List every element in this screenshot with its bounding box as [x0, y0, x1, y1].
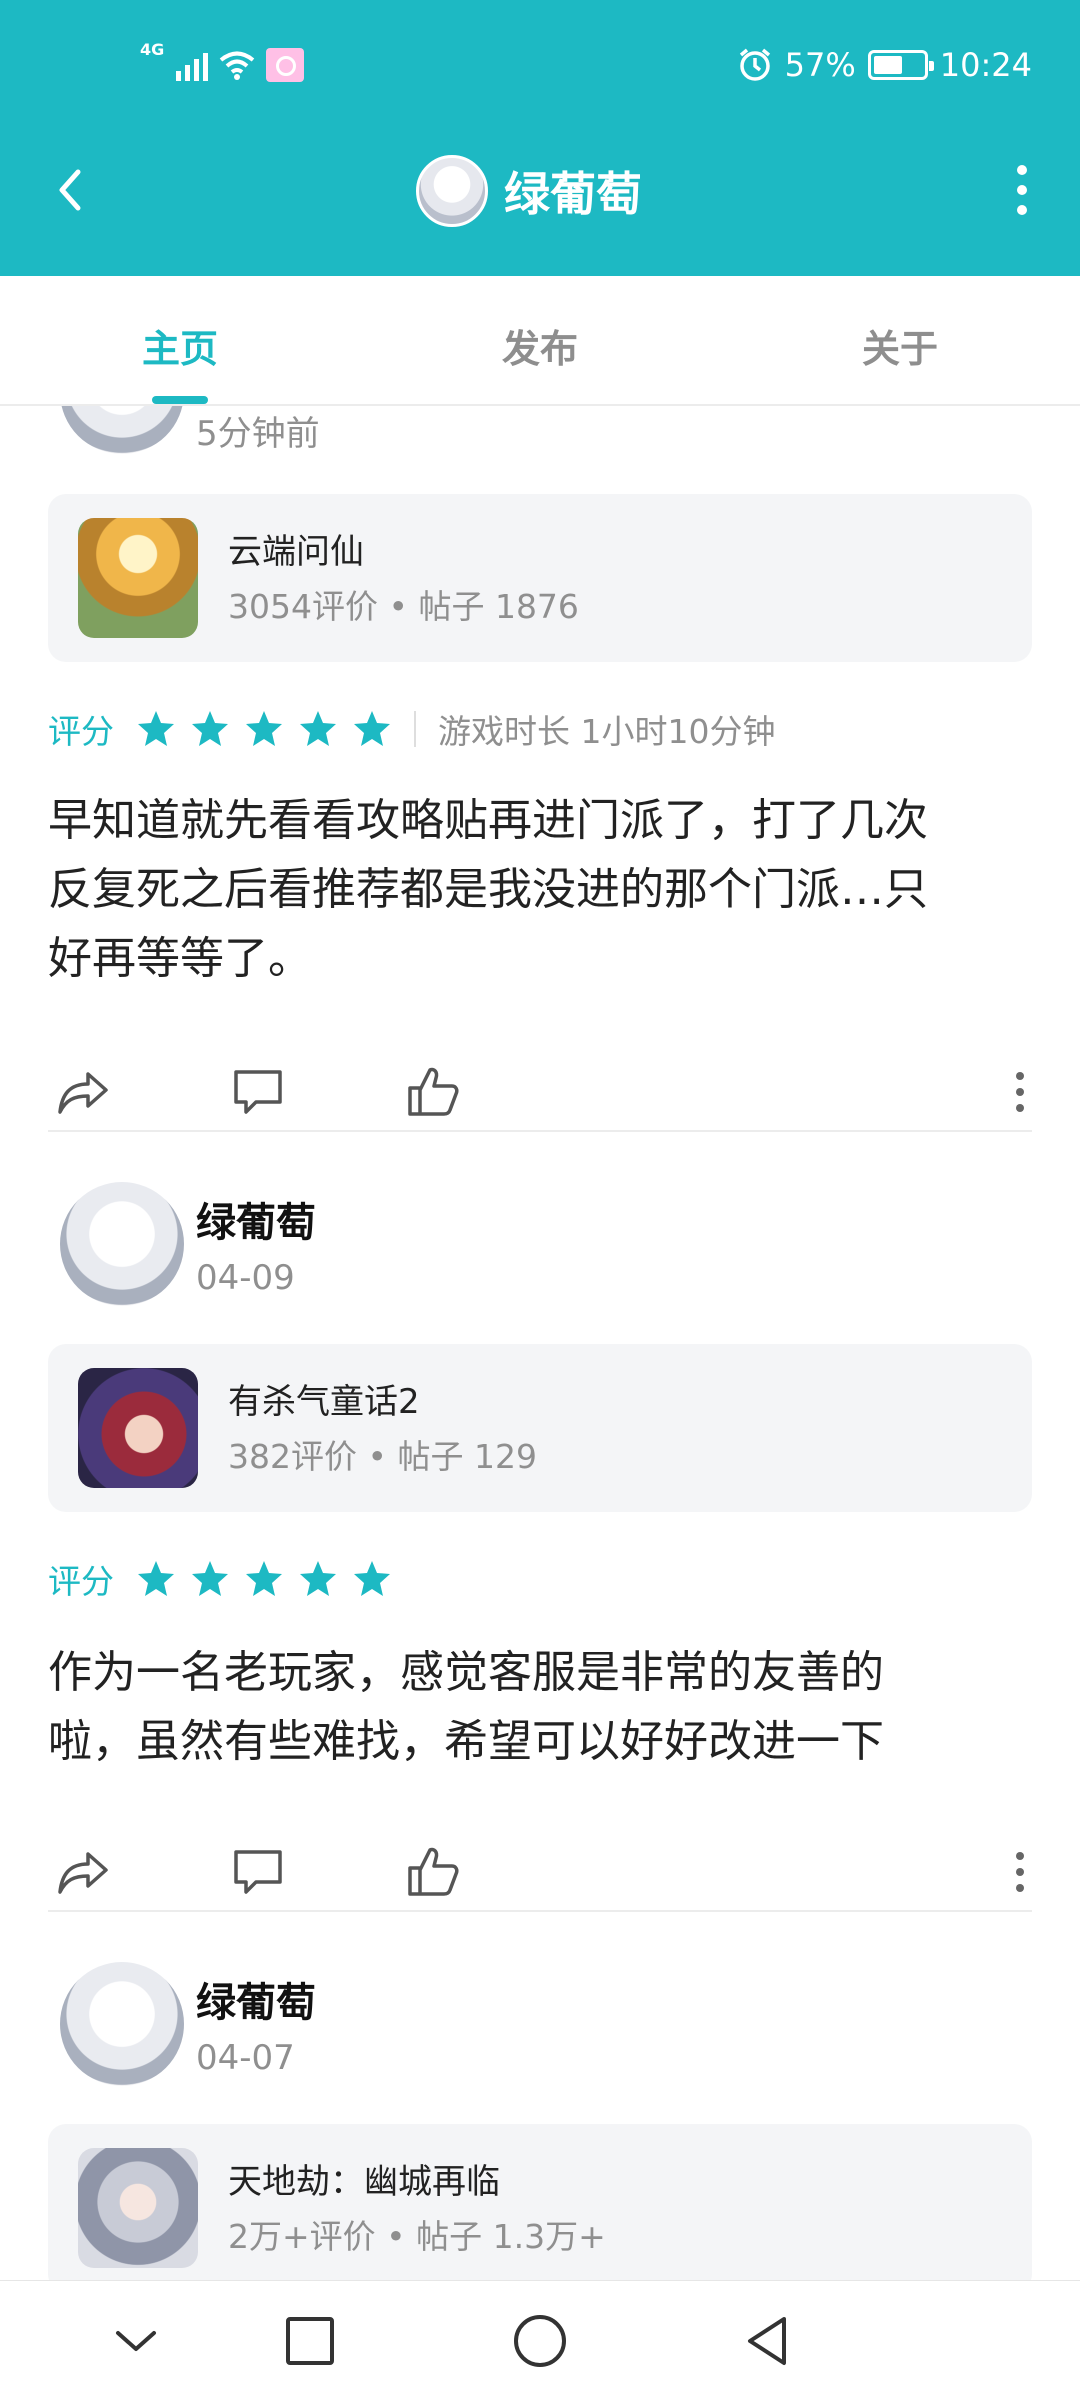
review-text[interactable]: 早知道就先看看攻略贴再进门派了，打了几次 反复死之后看推荐都是我没进的那个门派…… [48, 786, 1038, 993]
system-nav-bar [0, 2280, 1080, 2400]
star-rating [136, 1559, 392, 1599]
tab-home[interactable]: 主页 [80, 318, 280, 373]
wifi-icon [220, 51, 255, 80]
author-avatar[interactable] [60, 1182, 184, 1306]
game-card[interactable]: 云端问仙 3054评价 • 帖子 1876 [48, 494, 1032, 662]
game-icon [78, 2148, 198, 2268]
game-icon [78, 518, 198, 638]
star-icon [246, 711, 282, 746]
comment-icon[interactable] [226, 1060, 290, 1124]
post-time: 04-07 [196, 2038, 295, 2078]
star-icon [300, 711, 336, 746]
review-feed[interactable]: 5分钟前 云端问仙 3054评价 • 帖子 1876 评分 游戏时长 1小时10… [0, 406, 1080, 2280]
header: 4G 57% 10:24 绿葡萄 [0, 0, 1080, 276]
more-options-icon[interactable] [1012, 1060, 1028, 1124]
game-name: 天地劫：幽城再临 [228, 2162, 500, 2202]
signal-icon [176, 49, 209, 81]
recent-apps-icon[interactable] [274, 2305, 346, 2377]
notification-app-icon [266, 48, 305, 82]
page-title: 绿葡萄 [504, 167, 642, 221]
tab-bar: 主页 发布 关于 [0, 276, 1080, 406]
more-vertical-icon[interactable] [994, 160, 1050, 220]
back-nav-icon[interactable] [732, 2305, 804, 2377]
star-icon [192, 711, 228, 746]
star-icon [138, 711, 174, 746]
star-icon [138, 1561, 174, 1596]
share-icon[interactable] [52, 1060, 116, 1124]
game-card[interactable]: 有杀气童话2 382评价 • 帖子 129 [48, 1344, 1032, 1512]
game-name: 有杀气童话2 [228, 1382, 420, 1422]
star-icon [192, 1561, 228, 1596]
star-rating [136, 709, 392, 749]
game-icon [78, 1368, 198, 1488]
star-icon [246, 1561, 282, 1596]
post-time: 5分钟前 [196, 414, 320, 454]
star-icon [354, 1561, 390, 1596]
tab-indicator [152, 396, 208, 404]
battery-icon [867, 50, 934, 80]
rating-label: 评分 [48, 1562, 114, 1601]
post-divider [48, 1910, 1032, 1912]
game-name: 云端问仙 [228, 532, 364, 572]
tab-published[interactable]: 发布 [440, 318, 640, 373]
rating-label: 评分 [48, 712, 114, 751]
rating-row: 评分 游戏时长 1小时10分钟 [48, 704, 775, 754]
divider [414, 711, 416, 747]
game-meta: 382评价 • 帖子 129 [228, 1437, 537, 1476]
author-avatar[interactable] [60, 1962, 184, 2086]
playtime: 游戏时长 1小时10分钟 [438, 712, 776, 751]
star-icon [354, 711, 390, 746]
more-options-icon[interactable] [1012, 1840, 1028, 1904]
rating-row: 评分 [48, 1554, 392, 1604]
tab-about[interactable]: 关于 [800, 318, 1000, 373]
app-bar: 绿葡萄 [0, 140, 1080, 240]
profile-title: 绿葡萄 [416, 154, 642, 228]
thumbs-up-icon[interactable] [400, 1060, 464, 1124]
clock: 10:24 [939, 46, 1032, 84]
game-card[interactable]: 天地劫：幽城再临 2万+评价 • 帖子 1.3万+ [48, 2124, 1032, 2280]
author-name[interactable]: 绿葡萄 [196, 1190, 316, 1248]
post-time: 04-09 [196, 1258, 295, 1298]
star-icon [300, 1561, 336, 1596]
battery-percent: 57% [784, 46, 856, 84]
post-divider [48, 1130, 1032, 1132]
author-name[interactable]: 绿葡萄 [196, 1970, 316, 2028]
review-text[interactable]: 作为一名老玩家，感觉客服是非常的友善的 啦，虽然有些难找，希望可以好好改进一下 [48, 1638, 1038, 1776]
status-bar-right: 57% 10:24 [737, 40, 1032, 90]
home-icon[interactable] [504, 2305, 576, 2377]
comment-icon[interactable] [226, 1840, 290, 1904]
status-bar-left: 4G [140, 40, 305, 90]
game-meta: 3054评价 • 帖子 1876 [228, 587, 579, 626]
network-type: 4G [140, 40, 165, 59]
share-icon[interactable] [52, 1840, 116, 1904]
game-meta: 2万+评价 • 帖子 1.3万+ [228, 2217, 606, 2256]
chevron-down-icon[interactable] [100, 2305, 172, 2377]
author-avatar[interactable] [60, 406, 184, 454]
profile-avatar[interactable] [416, 155, 488, 227]
back-icon[interactable] [44, 162, 100, 218]
thumbs-up-icon[interactable] [400, 1840, 464, 1904]
alarm-icon [739, 48, 770, 81]
